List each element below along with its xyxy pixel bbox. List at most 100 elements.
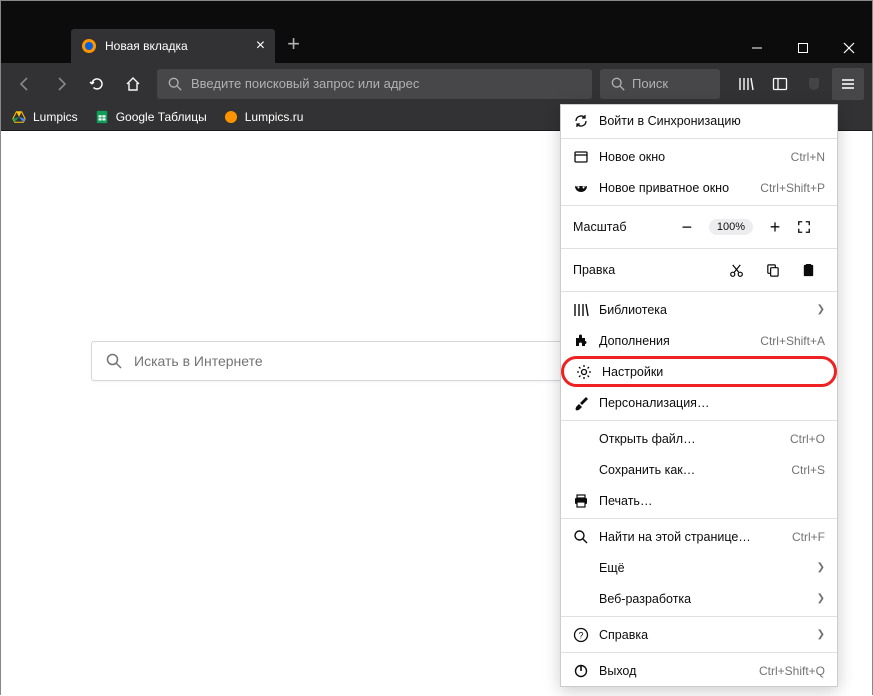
copy-button[interactable]: [765, 263, 789, 278]
menu-edit: Правка: [561, 251, 837, 289]
blank-icon: [573, 560, 589, 576]
menu-devtools[interactable]: Веб-разработка ❯: [561, 583, 837, 614]
content-search-box[interactable]: Искать в Интернете: [91, 341, 571, 381]
zoom-label: Масштаб: [573, 220, 665, 234]
menu-label: Новое окно: [599, 150, 781, 164]
zoom-out-button[interactable]: −: [673, 217, 701, 238]
menu-new-private[interactable]: Новое приватное окно Ctrl+Shift+P: [561, 172, 837, 203]
menu-customize[interactable]: Персонализация…: [561, 387, 837, 418]
window-icon: [573, 149, 589, 165]
help-icon: ?: [573, 627, 589, 643]
library-button[interactable]: [730, 68, 762, 100]
menu-label: Войти в Синхронизацию: [599, 114, 825, 128]
search-icon: [167, 76, 183, 92]
zoom-in-button[interactable]: +: [761, 217, 789, 238]
chevron-right-icon: ❯: [817, 593, 825, 604]
search-placeholder: Поиск: [632, 76, 668, 91]
brush-icon: [573, 395, 589, 411]
menu-find[interactable]: Найти на этой странице… Ctrl+F: [561, 521, 837, 552]
menu-new-window[interactable]: Новое окно Ctrl+N: [561, 141, 837, 172]
bookmark-item[interactable]: Lumpics.ru: [223, 109, 304, 125]
menu-shortcut: Ctrl+N: [791, 150, 825, 164]
separator: [561, 616, 837, 617]
url-placeholder: Введите поисковый запрос или адрес: [191, 76, 419, 91]
menu-sync[interactable]: Войти в Синхронизацию: [561, 105, 837, 136]
maximize-button[interactable]: [780, 33, 826, 63]
window-controls: [734, 33, 872, 63]
print-icon: [573, 493, 589, 509]
reload-button[interactable]: [81, 68, 113, 100]
favicon-icon: [223, 109, 239, 125]
sync-icon: [573, 113, 589, 129]
tab-active[interactable]: Новая вкладка ×: [71, 29, 275, 63]
menu-shortcut: Ctrl+Shift+P: [760, 181, 825, 195]
firefox-icon: [81, 38, 97, 54]
forward-button[interactable]: [45, 68, 77, 100]
menu-shortcut: Ctrl+O: [790, 432, 825, 446]
cut-button[interactable]: [729, 263, 753, 278]
separator: [561, 518, 837, 519]
bookmark-item[interactable]: Google Таблицы: [94, 109, 207, 125]
fullscreen-button[interactable]: [797, 220, 825, 234]
bookmark-label: Google Таблицы: [116, 110, 207, 124]
menu-label: Найти на этой странице…: [599, 530, 782, 544]
minimize-button[interactable]: [734, 33, 780, 63]
menu-zoom: Масштаб − 100% +: [561, 208, 837, 246]
tab-strip: Новая вкладка × +: [1, 29, 734, 63]
blank-icon: [573, 462, 589, 478]
menu-label: Дополнения: [599, 334, 750, 348]
zoom-value: 100%: [709, 219, 753, 235]
content-search-placeholder: Искать в Интернете: [134, 353, 263, 369]
separator: [561, 652, 837, 653]
home-button[interactable]: [117, 68, 149, 100]
menu-open-file[interactable]: Открыть файл… Ctrl+O: [561, 423, 837, 454]
blank-icon: [573, 591, 589, 607]
sheets-icon: [94, 109, 110, 125]
menu-shortcut: Ctrl+Shift+Q: [759, 664, 825, 678]
back-button[interactable]: [9, 68, 41, 100]
hamburger-menu: Войти в Синхронизацию Новое окно Ctrl+N …: [560, 104, 838, 687]
ublock-button[interactable]: [798, 68, 830, 100]
tab-title: Новая вкладка: [105, 39, 188, 53]
power-icon: [573, 663, 589, 679]
menu-label: Новое приватное окно: [599, 181, 750, 195]
separator: [561, 138, 837, 139]
svg-text:?: ?: [578, 630, 583, 640]
separator: [561, 420, 837, 421]
close-icon[interactable]: ×: [256, 37, 265, 55]
menu-label: Персонализация…: [599, 396, 825, 410]
separator: [561, 248, 837, 249]
chevron-right-icon: ❯: [817, 629, 825, 640]
menu-label: Веб-разработка: [599, 592, 807, 606]
menu-settings[interactable]: Настройки: [561, 356, 837, 387]
bookmark-item[interactable]: Lumpics: [11, 109, 78, 125]
close-button[interactable]: [826, 33, 872, 63]
chevron-right-icon: ❯: [817, 562, 825, 573]
menu-shortcut: Ctrl+F: [792, 530, 825, 544]
separator: [561, 291, 837, 292]
new-tab-button[interactable]: +: [287, 31, 300, 61]
menu-print[interactable]: Печать…: [561, 485, 837, 516]
menu-addons[interactable]: Дополнения Ctrl+Shift+A: [561, 325, 837, 356]
menu-exit[interactable]: Выход Ctrl+Shift+Q: [561, 655, 837, 686]
gear-icon: [576, 364, 592, 380]
url-bar[interactable]: Введите поисковый запрос или адрес: [157, 69, 592, 99]
menu-shortcut: Ctrl+S: [791, 463, 825, 477]
menu-library[interactable]: Библиотека ❯: [561, 294, 837, 325]
mask-icon: [573, 180, 589, 196]
search-icon: [610, 76, 626, 92]
paste-button[interactable]: [801, 263, 825, 278]
nav-toolbar: Введите поисковый запрос или адрес Поиск: [1, 63, 872, 104]
sidebar-button[interactable]: [764, 68, 796, 100]
menu-label: Настройки: [602, 365, 822, 379]
menu-more[interactable]: Ещё ❯: [561, 552, 837, 583]
menu-label: Печать…: [599, 494, 825, 508]
menu-shortcut: Ctrl+Shift+A: [760, 334, 825, 348]
menu-label: Выход: [599, 664, 749, 678]
drive-icon: [11, 109, 27, 125]
search-bar[interactable]: Поиск: [600, 69, 720, 99]
menu-help[interactable]: ? Справка ❯: [561, 619, 837, 650]
menu-save-as[interactable]: Сохранить как… Ctrl+S: [561, 454, 837, 485]
hamburger-menu-button[interactable]: [832, 68, 864, 100]
menu-label: Сохранить как…: [599, 463, 781, 477]
